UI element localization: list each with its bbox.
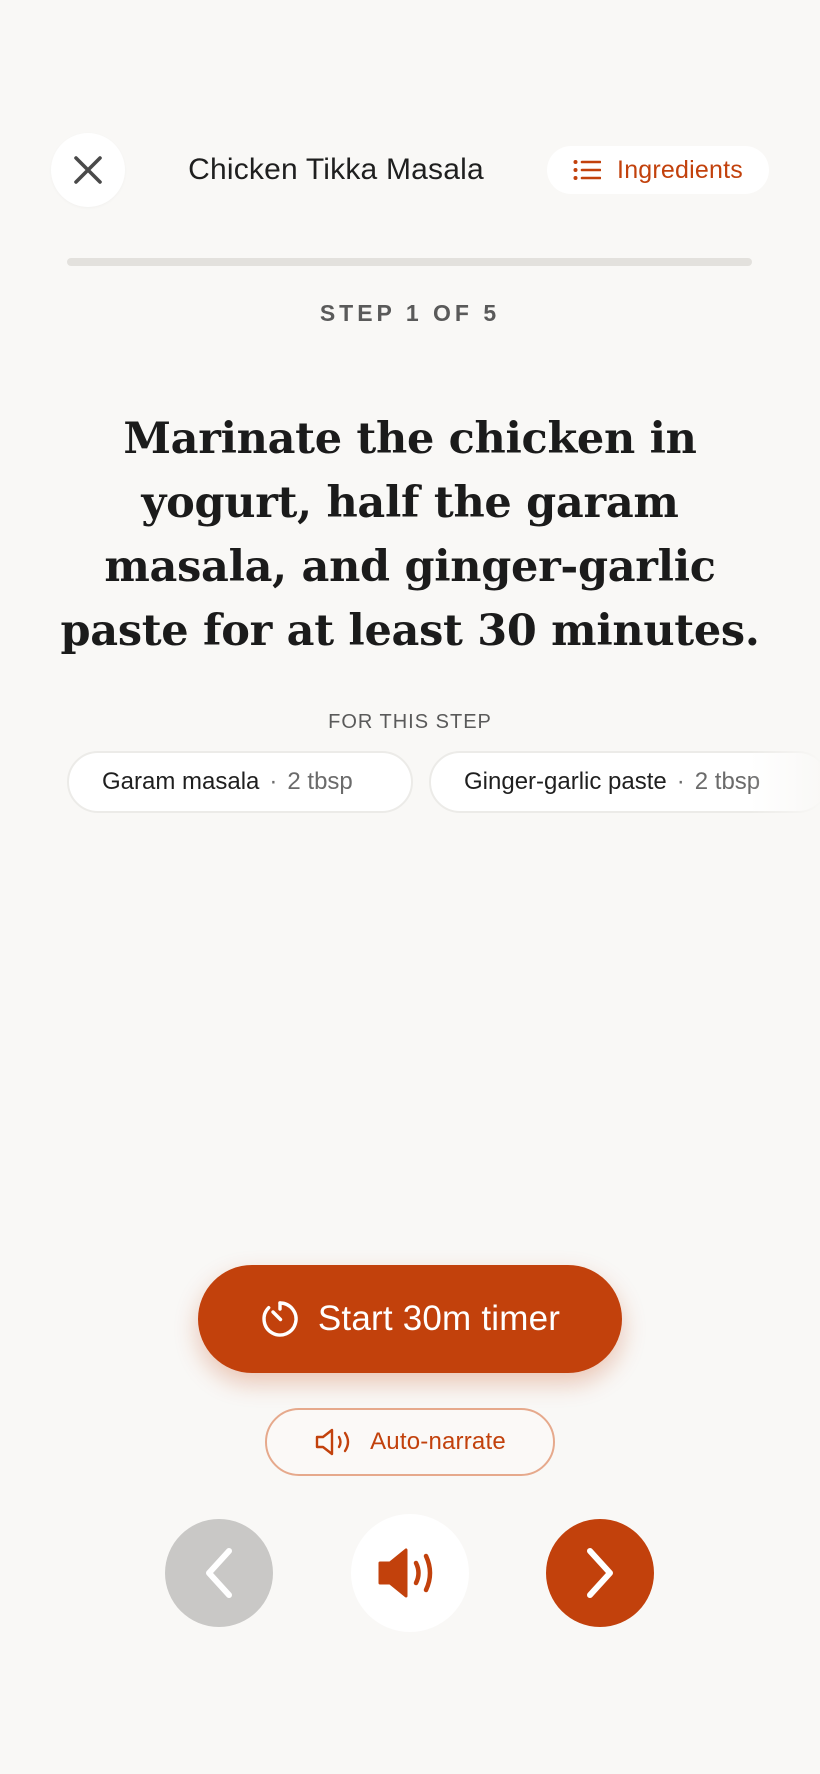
next-step-button[interactable] bbox=[546, 1519, 654, 1627]
separator-dot: · bbox=[269, 768, 278, 795]
step-counter: STEP 1 OF 5 bbox=[319, 300, 501, 326]
step-instruction: Marinate the chicken in yogurt, half the… bbox=[60, 414, 760, 656]
ingredient-chip[interactable]: Ginger-garlic paste · 2 tbsp bbox=[429, 751, 820, 813]
chevron-right-icon bbox=[587, 1548, 613, 1598]
ingredient-quantity: 2 tbsp bbox=[287, 768, 353, 795]
ingredients-button[interactable]: Ingredients bbox=[547, 146, 769, 194]
speaker-filled-icon bbox=[378, 1548, 433, 1598]
recipe-title: Chicken Tikka Masala bbox=[188, 153, 484, 186]
ingredients-button-label: Ingredients bbox=[617, 155, 743, 184]
timer-icon bbox=[262, 1301, 298, 1337]
cooking-mode-screen: Chicken Tikka Masala Ingredients STEP 1 … bbox=[0, 0, 820, 1774]
for-this-step-label: FOR THIS STEP bbox=[328, 711, 492, 733]
ingredient-quantity: 2 tbsp bbox=[694, 768, 761, 795]
chevron-left-icon bbox=[206, 1548, 232, 1598]
step-ingredients-list: Garam masala · 2 tbsp Ginger-garlic past… bbox=[0, 751, 820, 817]
auto-narrate-label: Auto-narrate bbox=[370, 1428, 506, 1455]
start-timer-label: Start 30m timer bbox=[317, 1299, 561, 1338]
speaker-outline-icon bbox=[315, 1428, 350, 1456]
read-aloud-button[interactable] bbox=[351, 1514, 469, 1632]
step-progress-bar bbox=[67, 258, 752, 266]
list-icon bbox=[573, 160, 602, 180]
auto-narrate-toggle[interactable]: Auto-narrate bbox=[265, 1408, 555, 1476]
close-icon bbox=[74, 156, 102, 184]
ingredient-name: Ginger-garlic paste bbox=[464, 768, 667, 795]
start-timer-button[interactable]: Start 30m timer bbox=[198, 1265, 622, 1373]
ingredient-chip[interactable]: Garam masala · 2 tbsp bbox=[67, 751, 413, 813]
close-button[interactable] bbox=[51, 133, 125, 207]
separator-dot: · bbox=[676, 768, 685, 795]
previous-step-button[interactable] bbox=[165, 1519, 273, 1627]
ingredient-name: Garam masala bbox=[102, 768, 260, 795]
